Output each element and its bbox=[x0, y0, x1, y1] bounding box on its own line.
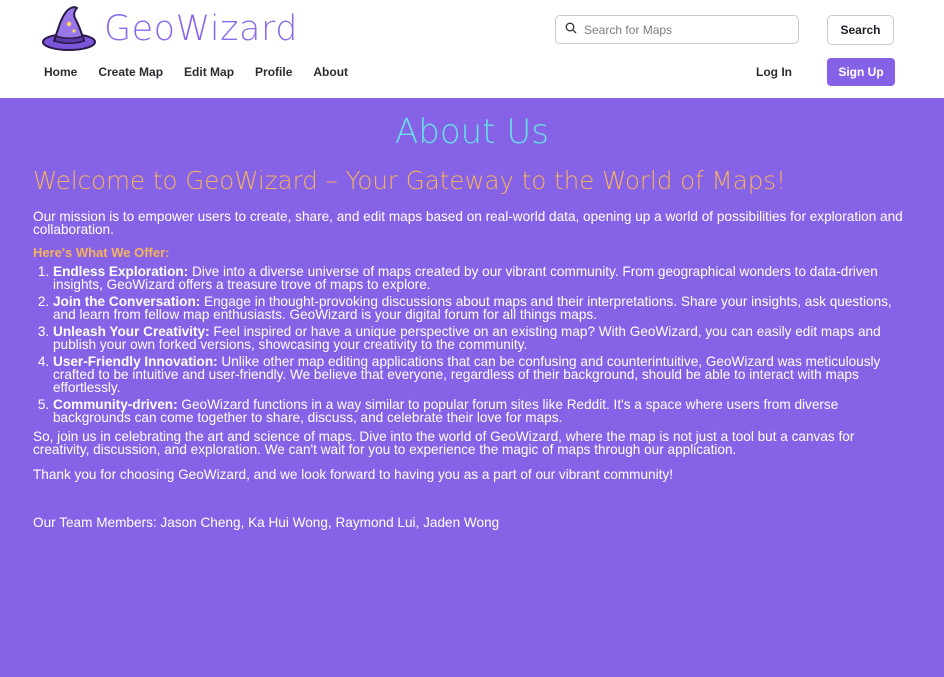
list-item: Unleash Your Creativity: Feel inspired o… bbox=[53, 325, 903, 352]
list-item: Community-driven: GeoWizard functions in… bbox=[53, 398, 903, 425]
logo[interactable]: GeoWizard bbox=[40, 4, 298, 54]
wizard-hat-icon bbox=[40, 2, 98, 57]
login-link[interactable]: Log In bbox=[756, 65, 792, 79]
welcome-heading: Welcome to GeoWizard – Your Gateway to t… bbox=[33, 166, 786, 195]
search-input[interactable] bbox=[582, 21, 796, 38]
team-members: Our Team Members: Jason Cheng, Ka Hui Wo… bbox=[33, 515, 500, 530]
thanks-text: Thank you for choosing GeoWizard, and we… bbox=[33, 467, 673, 482]
list-item: User-Friendly Innovation: Unlike other m… bbox=[53, 355, 903, 395]
search-icon bbox=[565, 21, 577, 39]
page-title: About Us bbox=[395, 112, 549, 152]
nav-profile[interactable]: Profile bbox=[255, 65, 292, 79]
nav-edit-map[interactable]: Edit Map bbox=[184, 65, 234, 79]
list-item: Endless Exploration: Dive into a diverse… bbox=[53, 265, 903, 292]
nav-about[interactable]: About bbox=[313, 65, 348, 79]
nav-create-map[interactable]: Create Map bbox=[98, 65, 163, 79]
about-content: Our mission is to empower users to creat… bbox=[33, 209, 903, 530]
closing-text: So, join us in celebrating the art and s… bbox=[33, 429, 855, 457]
search-box bbox=[555, 15, 799, 44]
search-button[interactable]: Search bbox=[827, 15, 894, 45]
signup-button[interactable]: Sign Up bbox=[827, 58, 895, 86]
list-item: Join the Conversation: Engage in thought… bbox=[53, 295, 903, 322]
offer-list: Endless Exploration: Dive into a diverse… bbox=[33, 265, 903, 425]
nav-home[interactable]: Home bbox=[44, 65, 77, 79]
main-nav: Home Create Map Edit Map Profile About bbox=[44, 65, 348, 79]
mission-text: Our mission is to empower users to creat… bbox=[33, 209, 903, 237]
brand-name: GeoWizard bbox=[104, 9, 298, 49]
site-header: GeoWizard Home Create Map Edit Map Profi… bbox=[0, 0, 944, 98]
offer-heading: Here's What We Offer: bbox=[33, 245, 170, 260]
